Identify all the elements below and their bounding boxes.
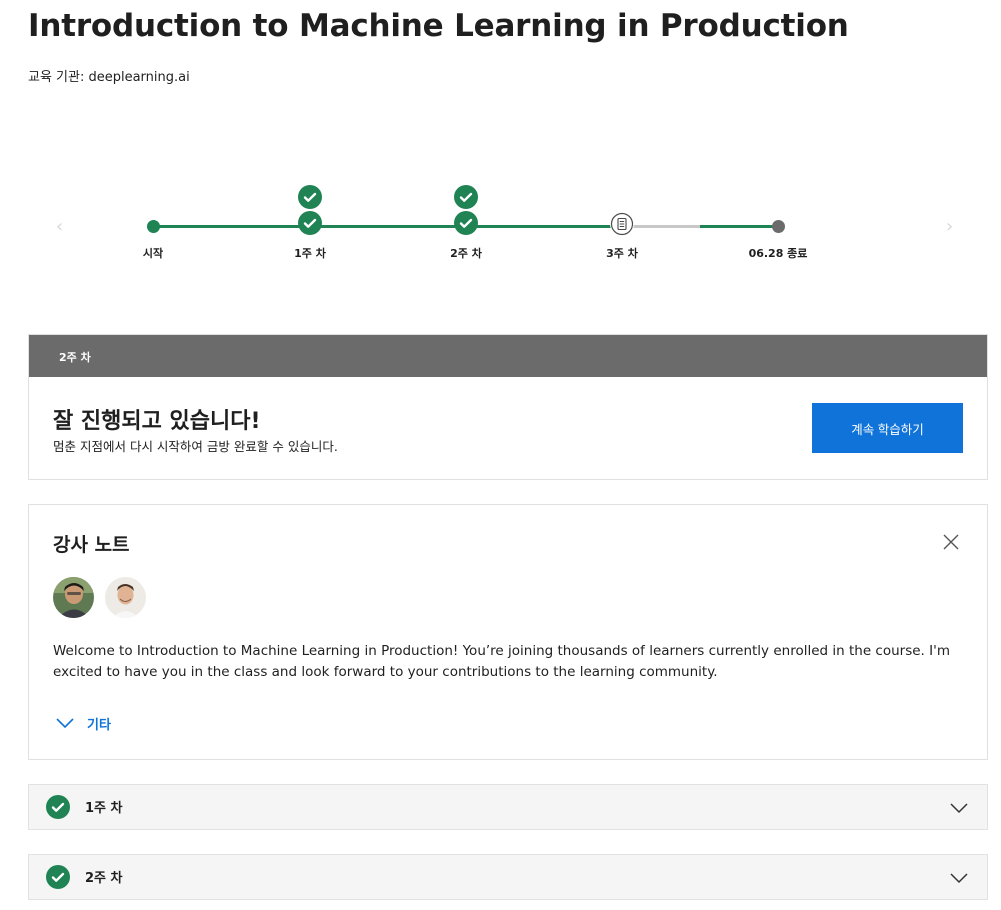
week2-milestone-check-icon — [454, 185, 478, 209]
timeline-start-node — [147, 220, 160, 233]
week1-check-icon[interactable] — [298, 211, 322, 235]
timeline-track-done-2 — [700, 225, 778, 228]
week-row-label: 1주 차 — [85, 801, 123, 816]
course-provider: 교육 기관: deeplearning.ai — [28, 70, 190, 85]
timeline-label-week2: 2주 차 — [450, 247, 482, 260]
chevron-down-icon — [55, 714, 75, 733]
chevron-down-icon[interactable] — [949, 870, 969, 889]
week-row-1[interactable]: 1주 차 — [28, 784, 988, 830]
week1-milestone-check-icon — [298, 185, 322, 209]
instructor-avatar — [105, 577, 146, 618]
instructor-notes-card: 강사 노트 Welcome to Introduction to Machine… — [28, 504, 988, 760]
timeline-label-end: 06.28 종료 — [748, 247, 808, 260]
week-row-2[interactable]: 2주 차 — [28, 854, 988, 900]
progress-subtitle: 멈춘 지점에서 다시 시작하여 금방 완료할 수 있습니다. — [53, 439, 338, 454]
current-week-card: 2주 차 잘 진행되고 있습니다! 멈춘 지점에서 다시 시작하여 금방 완료할… — [28, 334, 988, 480]
show-more-toggle[interactable]: 기타 — [55, 714, 111, 733]
check-icon — [46, 865, 70, 889]
week2-check-icon[interactable] — [454, 211, 478, 235]
week3-reading-icon[interactable] — [610, 212, 634, 236]
timeline-next-icon[interactable]: › — [946, 216, 953, 237]
show-more-label: 기타 — [87, 718, 111, 733]
timeline-end-node — [772, 220, 785, 233]
timeline-label-week3: 3주 차 — [606, 247, 638, 260]
week-row-label: 2주 차 — [85, 871, 123, 886]
timeline-label-start: 시작 — [142, 247, 164, 260]
instructor-notes-text: Welcome to Introduction to Machine Learn… — [53, 643, 950, 680]
instructor-avatar — [53, 577, 94, 618]
progress-title: 잘 진행되고 있습니다! — [53, 409, 261, 434]
check-icon — [46, 795, 70, 819]
timeline-prev-icon[interactable]: ‹ — [56, 216, 63, 237]
close-icon[interactable] — [941, 532, 961, 552]
course-title: Introduction to Machine Learning in Prod… — [28, 8, 849, 44]
timeline-label-week1: 1주 차 — [294, 247, 326, 260]
current-week-header: 2주 차 — [29, 335, 987, 377]
chevron-down-icon[interactable] — [949, 800, 969, 819]
instructor-notes-title: 강사 노트 — [53, 534, 130, 556]
resume-learning-button[interactable]: 계속 학습하기 — [812, 403, 963, 453]
timeline-track-done — [153, 225, 621, 228]
